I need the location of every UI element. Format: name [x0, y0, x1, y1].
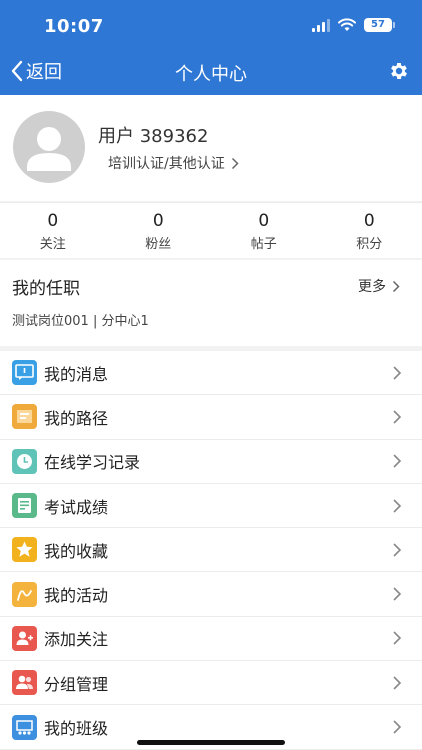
menu-label: 我的消息 [44, 364, 109, 384]
avatar[interactable] [13, 111, 85, 183]
wifi-icon [338, 18, 356, 31]
menu-item-exam-score[interactable]: 考试成绩 [0, 484, 422, 529]
star-icon [12, 537, 37, 563]
stat-points[interactable]: 0 积分 [317, 203, 422, 258]
chevron-right-icon [393, 587, 402, 601]
menu-label: 我的收藏 [44, 541, 109, 561]
home-indicator[interactable] [137, 740, 285, 745]
more-label: 更多 [358, 279, 386, 295]
top-bar: 10:07 57 返回 个人中心 [0, 0, 422, 95]
signal-icon [312, 18, 330, 32]
chevron-right-icon [393, 410, 402, 424]
stat-fans[interactable]: 0 粉丝 [106, 203, 212, 258]
message-icon [12, 360, 37, 386]
section-title: 我的任职 [12, 279, 80, 299]
menu-item-activities[interactable]: 我的活动 [0, 572, 422, 617]
chevron-right-icon [393, 454, 402, 468]
path-icon [12, 404, 37, 430]
my-positions-section: 我的任职 更多 测试岗位001 | 分中心1 [0, 260, 422, 346]
menu-item-messages[interactable]: 我的消息 [0, 351, 422, 396]
stat-value: 0 [363, 211, 375, 231]
stat-label: 帖子 [250, 237, 277, 252]
certification-label: 培训认证/其他认证 [108, 156, 225, 172]
profile-section: 用户 389362 培训认证/其他认证 [0, 95, 422, 201]
stat-label: 积分 [356, 237, 383, 252]
chevron-right-icon [393, 543, 402, 557]
class-icon [12, 714, 37, 740]
chevron-right-icon [393, 676, 402, 690]
gear-icon[interactable] [388, 60, 410, 82]
menu-item-path[interactable]: 我的路径 [0, 395, 422, 440]
page-title: 个人中心 [175, 64, 247, 85]
chevron-right-icon [393, 631, 402, 645]
menu-label: 分组管理 [44, 674, 109, 694]
menu-label: 我的班级 [44, 719, 109, 739]
menu-label: 我的路径 [44, 408, 109, 428]
add-follow-icon [12, 625, 37, 651]
stat-posts[interactable]: 0 帖子 [211, 203, 317, 258]
menu-item-group-management[interactable]: 分组管理 [0, 661, 422, 706]
stat-value: 0 [258, 211, 270, 231]
clock-icon [12, 448, 37, 474]
stats-row: 0 关注 0 粉丝 0 帖子 0 积分 [0, 202, 422, 258]
more-button[interactable]: 更多 [358, 276, 400, 296]
certification-link[interactable]: 培训认证/其他认证 [108, 153, 239, 173]
user-placeholder-icon [27, 127, 71, 171]
status-icons: 57 [312, 18, 395, 32]
username: 用户 389362 [98, 126, 209, 147]
stat-follow[interactable]: 0 关注 [0, 203, 106, 258]
menu-label: 我的活动 [44, 586, 109, 606]
menu-label: 添加关注 [44, 630, 109, 650]
chevron-right-icon [393, 366, 402, 380]
stat-value: 0 [47, 211, 59, 231]
battery-icon: 57 [364, 18, 395, 32]
group-icon [12, 670, 37, 696]
exam-score-icon [12, 493, 37, 519]
position-detail: 测试岗位001 | 分中心1 [12, 314, 149, 329]
stat-label: 粉丝 [145, 237, 172, 252]
menu-item-favorites[interactable]: 我的收藏 [0, 528, 422, 573]
status-time: 10:07 [44, 16, 104, 37]
chevron-right-icon [392, 280, 400, 292]
activity-icon [12, 581, 37, 607]
menu-list: 我的消息 我的路径 在线学习记录 考试成绩 我的收藏 我的活动 添加关注 分组管… [0, 351, 422, 750]
chevron-right-icon [231, 157, 239, 169]
menu-item-add-follow[interactable]: 添加关注 [0, 617, 422, 662]
stat-value: 0 [152, 211, 164, 231]
stat-label: 关注 [39, 237, 66, 252]
chevron-right-icon [393, 498, 402, 513]
menu-label: 在线学习记录 [44, 453, 141, 473]
menu-item-learning-record[interactable]: 在线学习记录 [0, 440, 422, 484]
chevron-right-icon [393, 720, 402, 734]
menu-label: 考试成绩 [44, 497, 109, 517]
